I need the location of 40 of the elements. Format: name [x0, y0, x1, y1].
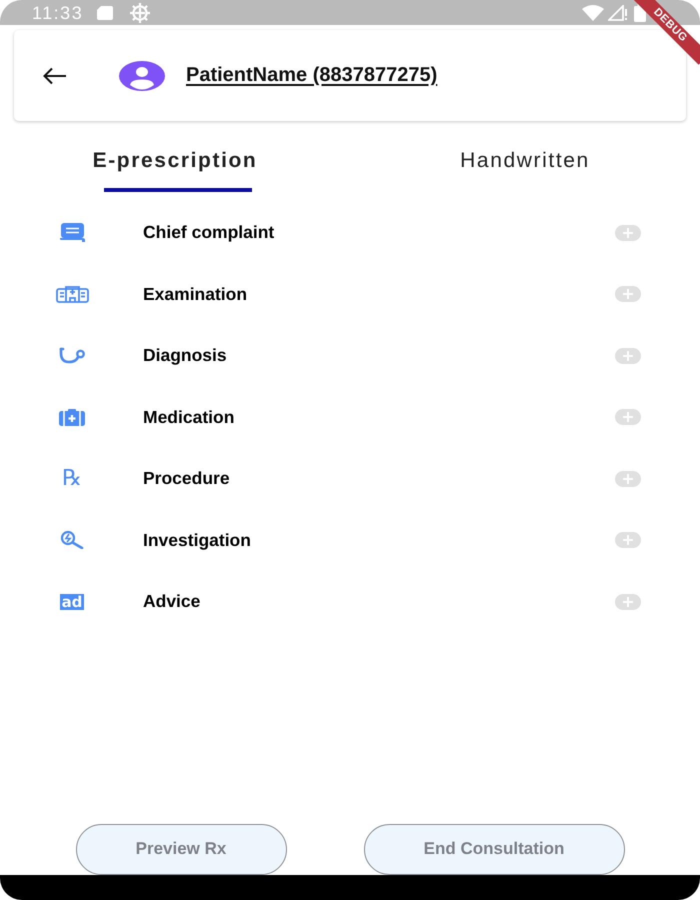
plus-icon	[623, 535, 633, 546]
signal-icon	[608, 4, 628, 20]
document-icon	[60, 223, 84, 242]
magnifier-icon	[60, 531, 84, 550]
plus-icon	[623, 350, 633, 361]
avatar-icon	[119, 60, 165, 90]
stethoscope-icon	[59, 346, 85, 365]
sd-card-icon	[97, 6, 114, 20]
section-label: Examination	[143, 284, 248, 305]
back-icon[interactable]	[43, 66, 67, 84]
add-button[interactable]	[615, 286, 641, 302]
section-label: Procedure	[143, 468, 231, 490]
medical-bag-icon	[59, 408, 85, 426]
section-label: Advice	[143, 591, 202, 612]
wifi-icon	[582, 4, 604, 20]
gear-icon	[129, 2, 152, 24]
section-label: Diagnosis	[143, 345, 228, 366]
tab[interactable]: E-prescription	[0, 140, 350, 192]
section-label: Investigation	[143, 530, 252, 551]
end-consultation-button[interactable]: End Consultation	[364, 824, 624, 874]
patient-name-link[interactable]: PatientName (8837877275)	[186, 64, 438, 87]
plus-icon	[623, 228, 633, 238]
plus-icon	[623, 412, 633, 422]
plus-icon	[623, 289, 633, 300]
status-time: 11:33	[32, 2, 84, 22]
add-button[interactable]	[615, 470, 641, 487]
plus-icon	[623, 596, 633, 607]
add-button[interactable]	[615, 594, 641, 610]
hospital-icon	[56, 286, 88, 303]
preview-button[interactable]: Preview Rx	[76, 824, 286, 874]
section-label: Chief complaint	[143, 222, 276, 244]
rx-icon: ℞	[62, 468, 82, 490]
plus-icon	[623, 474, 633, 484]
add-button[interactable]	[615, 409, 641, 426]
add-button[interactable]	[615, 348, 641, 364]
tab[interactable]: Handwritten	[350, 140, 700, 192]
add-button[interactable]	[615, 224, 641, 241]
section-label: Medication	[143, 406, 236, 428]
add-button[interactable]	[615, 532, 641, 548]
ad-icon: ad	[60, 594, 84, 610]
